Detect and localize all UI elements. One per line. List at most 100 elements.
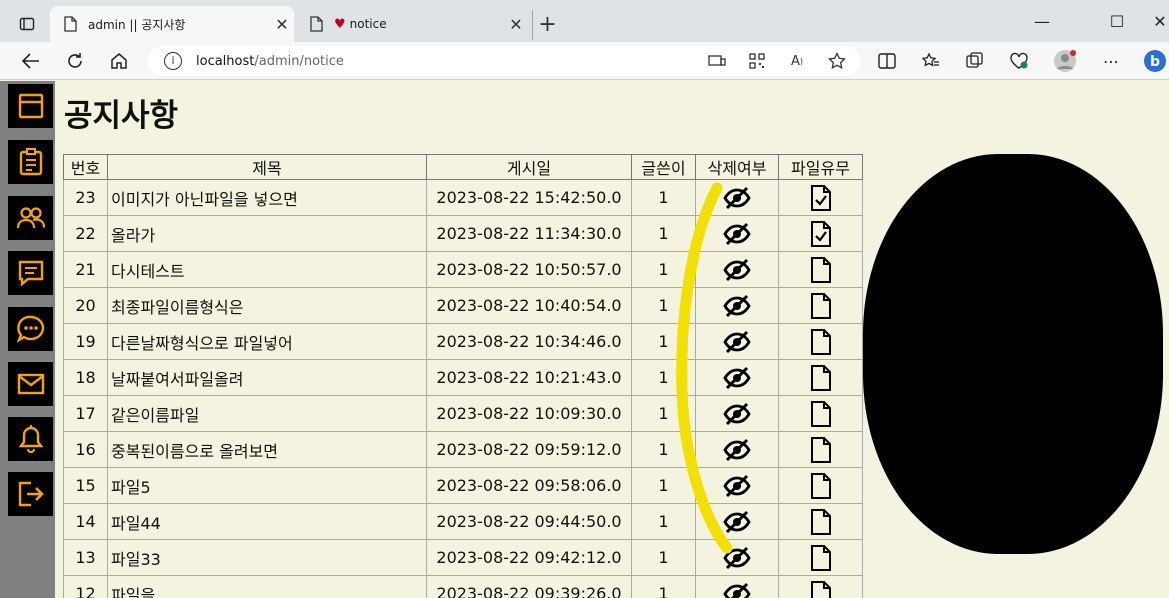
row-deleted[interactable]: [695, 251, 779, 288]
row-deleted[interactable]: [695, 215, 779, 252]
row-deleted[interactable]: [695, 539, 779, 576]
split-screen-icon[interactable]: [872, 46, 902, 76]
table-row[interactable]: 17 같은이름파일 2023-08-22 10:09:30.0 1: [63, 395, 863, 432]
bing-copilot-icon[interactable]: b: [1140, 46, 1169, 76]
row-deleted[interactable]: [695, 503, 779, 540]
browser-essentials-icon[interactable]: [1004, 46, 1034, 76]
row-writer: 1: [631, 395, 696, 432]
row-deleted[interactable]: [695, 323, 779, 360]
row-title[interactable]: 다시테스트: [107, 251, 427, 288]
home-icon[interactable]: [104, 46, 134, 76]
read-aloud-icon[interactable]: A): [782, 46, 812, 76]
page-icon: [308, 16, 324, 32]
sidebar-item-dashboard[interactable]: [8, 84, 53, 128]
table-row[interactable]: 23 이미지가 아닌파일을 넣으면 2023-08-22 15:42:50.0 1: [63, 179, 863, 216]
table-row[interactable]: 18 날짜붙여서파일올려 2023-08-22 10:21:43.0 1: [63, 359, 863, 396]
row-title[interactable]: 같은이름파일: [107, 395, 427, 432]
chat-icon: [16, 315, 44, 343]
eye-off-icon[interactable]: [696, 222, 778, 246]
close-window-icon[interactable]: ✕: [1140, 8, 1169, 36]
eye-off-icon[interactable]: [696, 474, 778, 498]
minimize-icon[interactable]: —: [1022, 8, 1062, 36]
sidebar-item-users[interactable]: [8, 196, 53, 240]
refresh-icon[interactable]: [60, 46, 90, 76]
tab-admin-notice[interactable]: admin || 공지사항 ✕: [50, 6, 294, 42]
row-deleted[interactable]: [695, 359, 779, 396]
table-row[interactable]: 19 다른날짜형식으로 파일넣어 2023-08-22 10:34:46.0 1: [63, 323, 863, 360]
row-deleted[interactable]: [695, 467, 779, 504]
row-writer: 1: [631, 179, 696, 216]
table-row[interactable]: 13 파일33 2023-08-22 09:42:12.0 1: [63, 539, 863, 576]
eye-off-icon[interactable]: [696, 330, 778, 354]
row-title[interactable]: 파일44: [107, 503, 427, 540]
row-writer: 1: [631, 359, 696, 396]
new-tab-button[interactable]: +: [532, 10, 562, 40]
row-title[interactable]: 파일5: [107, 467, 427, 504]
row-title[interactable]: 이미지가 아닌파일을 넣으면: [107, 179, 427, 216]
favorites-icon[interactable]: [916, 46, 946, 76]
file-icon: [779, 472, 862, 500]
url-path: /admin/notice: [254, 53, 344, 69]
row-deleted[interactable]: [695, 395, 779, 432]
collections-icon[interactable]: [960, 46, 990, 76]
redaction-block: [863, 154, 1163, 554]
sidebar-item-mail[interactable]: [8, 362, 53, 406]
eye-off-icon[interactable]: [696, 258, 778, 282]
table-row[interactable]: 14 파일44 2023-08-22 09:44:50.0 1: [63, 503, 863, 540]
row-date: 2023-08-22 10:40:54.0: [426, 287, 632, 324]
svg-text:b: b: [1150, 54, 1160, 70]
address-bar[interactable]: i localhost/admin/notice A): [148, 46, 860, 76]
row-title[interactable]: 파일을: [107, 575, 427, 598]
row-title[interactable]: 다른날짜형식으로 파일넣어: [107, 323, 427, 360]
close-tab-icon[interactable]: ✕: [270, 15, 294, 34]
eye-off-icon[interactable]: [696, 510, 778, 534]
row-title[interactable]: 중복된이름으로 올려보면: [107, 431, 427, 468]
favorite-star-icon[interactable]: [822, 46, 852, 76]
table-row[interactable]: 15 파일5 2023-08-22 09:58:06.0 1: [63, 467, 863, 504]
row-title[interactable]: 날짜붙여서파일올려: [107, 359, 427, 396]
back-icon[interactable]: [16, 46, 46, 76]
bell-icon: [18, 425, 43, 453]
row-no: 18: [63, 359, 108, 396]
row-date: 2023-08-22 10:21:43.0: [426, 359, 632, 396]
tab-actions-icon[interactable]: [10, 9, 44, 39]
app-available-icon[interactable]: [702, 46, 732, 76]
eye-off-icon[interactable]: [696, 582, 778, 598]
table-row[interactable]: 20 최종파일이름형식은 2023-08-22 10:40:54.0 1: [63, 287, 863, 324]
table-row[interactable]: 22 올라가 2023-08-22 11:34:30.0 1: [63, 215, 863, 252]
sidebar-item-logout[interactable]: [8, 472, 53, 516]
row-title[interactable]: 파일33: [107, 539, 427, 576]
row-deleted[interactable]: [695, 287, 779, 324]
eye-off-icon[interactable]: [696, 438, 778, 462]
close-tab-icon[interactable]: ✕: [504, 15, 528, 34]
eye-off-icon[interactable]: [696, 294, 778, 318]
maximize-icon[interactable]: ☐: [1097, 8, 1137, 36]
tab-notice[interactable]: ♥ notice ✕: [296, 6, 528, 42]
sidebar-item-messages[interactable]: [8, 251, 53, 295]
more-options-icon[interactable]: ⋯: [1096, 46, 1126, 76]
table-row[interactable]: 12 파일을 2023-08-22 09:39:26.0 1: [63, 575, 863, 598]
row-file: [778, 503, 863, 540]
row-writer: 1: [631, 287, 696, 324]
row-deleted[interactable]: [695, 179, 779, 216]
sidebar-item-board[interactable]: [8, 140, 53, 184]
row-no: 23: [63, 179, 108, 216]
qr-code-icon[interactable]: [742, 46, 772, 76]
row-deleted[interactable]: [695, 575, 779, 598]
row-title[interactable]: 최종파일이름형식은: [107, 287, 427, 324]
sidebar-item-chat[interactable]: [8, 307, 53, 351]
row-date: 2023-08-22 09:42:12.0: [426, 539, 632, 576]
eye-off-icon[interactable]: [696, 402, 778, 426]
table-row[interactable]: 21 다시테스트 2023-08-22 10:50:57.0 1: [63, 251, 863, 288]
mail-icon: [17, 373, 44, 395]
sidebar-item-notifications[interactable]: [8, 417, 53, 461]
row-title[interactable]: 올라가: [107, 215, 427, 252]
profile-avatar-icon[interactable]: [1050, 46, 1080, 76]
eye-off-icon[interactable]: [696, 366, 778, 390]
row-writer: 1: [631, 323, 696, 360]
row-deleted[interactable]: [695, 431, 779, 468]
eye-off-icon[interactable]: [696, 546, 778, 570]
eye-off-icon[interactable]: [696, 186, 778, 210]
table-row[interactable]: 16 중복된이름으로 올려보면 2023-08-22 09:59:12.0 1: [63, 431, 863, 468]
site-info-icon[interactable]: i: [164, 52, 182, 70]
